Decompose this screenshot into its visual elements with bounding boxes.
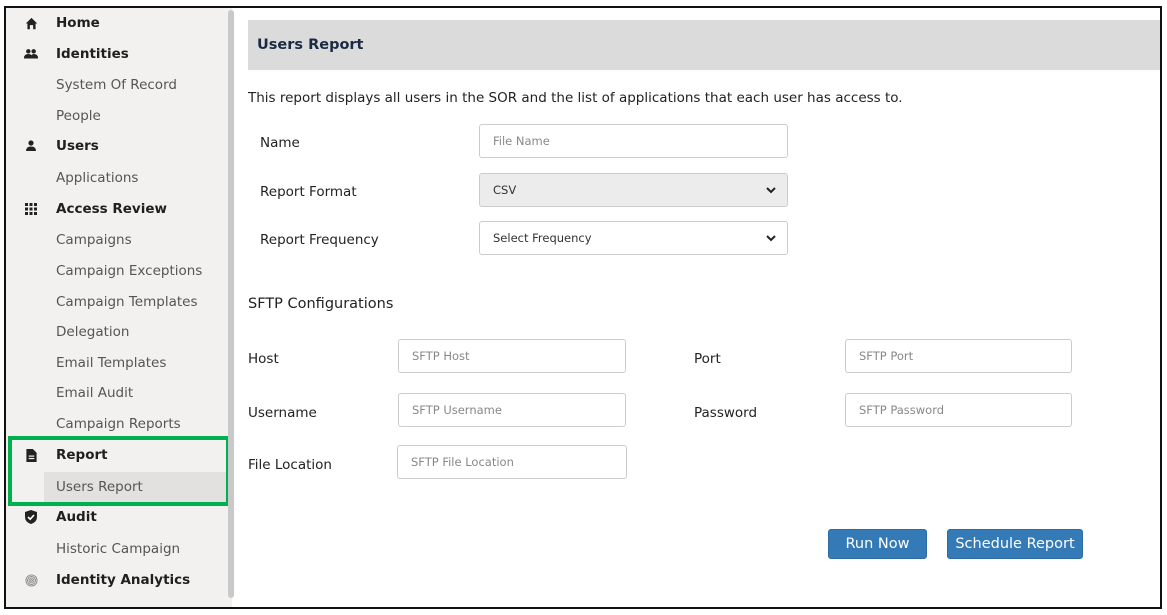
sidebar-item-audit[interactable]: Audit: [6, 502, 228, 532]
grid-icon: [6, 203, 56, 215]
sidebar-item-label: System Of Record: [56, 77, 177, 93]
sidebar-item-delegation[interactable]: Delegation: [6, 317, 228, 347]
sidebar-item-users-report[interactable]: Users Report: [44, 472, 228, 502]
sidebar-item-label: People: [56, 108, 101, 124]
sftp-section-title: SFTP Configurations: [248, 296, 394, 312]
users-group-icon: [6, 48, 56, 60]
port-placeholder: SFTP Port: [859, 349, 914, 363]
report-frequency-select[interactable]: Select Frequency: [479, 221, 788, 255]
page-description: This report displays all users in the SO…: [248, 90, 903, 106]
sidebar-item-report[interactable]: Report: [6, 440, 228, 470]
sidebar-scrollbar[interactable]: [228, 10, 234, 598]
sftp-host-input[interactable]: SFTP Host: [398, 339, 626, 373]
user-icon: [6, 140, 56, 152]
fingerprint-icon: [6, 573, 56, 587]
file-location-placeholder: SFTP File Location: [411, 455, 514, 469]
page-title-bar: Users Report: [248, 20, 1160, 70]
sidebar-item-label: Home: [56, 15, 100, 31]
sidebar-item-label: Audit: [56, 509, 97, 525]
sidebar-item-label: Access Review: [56, 201, 167, 217]
sidebar-item-home[interactable]: Home: [6, 8, 228, 38]
app-window: Home Identities System Of Record People …: [4, 6, 1162, 609]
host-label: Host: [248, 351, 279, 367]
sidebar-item-label: Campaign Reports: [56, 416, 181, 432]
report-format-select[interactable]: CSV: [479, 173, 788, 207]
chevron-down-icon: [765, 232, 777, 244]
password-placeholder: SFTP Password: [859, 403, 945, 417]
sidebar-item-label: Users Report: [56, 479, 143, 495]
sidebar-item-campaign-reports[interactable]: Campaign Reports: [6, 409, 228, 439]
sidebar-item-label: Campaigns: [56, 232, 132, 248]
report-frequency-label: Report Frequency: [260, 232, 379, 248]
sidebar-item-label: Report: [56, 447, 108, 463]
sidebar-item-label: Email Templates: [56, 355, 167, 371]
port-label: Port: [694, 351, 721, 367]
sidebar-item-label: Campaign Exceptions: [56, 263, 203, 279]
host-placeholder: SFTP Host: [412, 349, 470, 363]
sftp-file-location-input[interactable]: SFTP File Location: [397, 445, 627, 479]
sidebar-item-identity-analytics[interactable]: Identity Analytics: [6, 565, 228, 595]
run-now-button[interactable]: Run Now: [828, 529, 927, 559]
main-content: Users Report This report displays all us…: [248, 8, 1160, 607]
sidebar-item-campaign-exceptions[interactable]: Campaign Exceptions: [6, 256, 228, 286]
sidebar-item-label: Applications: [56, 170, 139, 186]
shield-check-icon: [6, 510, 56, 524]
username-placeholder: SFTP Username: [412, 403, 502, 417]
sftp-username-input[interactable]: SFTP Username: [398, 393, 626, 427]
sidebar-item-identities[interactable]: Identities: [6, 39, 228, 69]
report-format-value: CSV: [493, 183, 517, 197]
name-label: Name: [260, 135, 300, 151]
name-placeholder: File Name: [493, 134, 550, 148]
sidebar-item-label: Campaign Templates: [56, 294, 198, 310]
username-label: Username: [248, 405, 317, 421]
sidebar-item-system-of-record[interactable]: System Of Record: [6, 70, 228, 100]
name-input[interactable]: File Name: [479, 124, 788, 158]
sidebar-item-email-templates[interactable]: Email Templates: [6, 348, 228, 378]
sidebar-item-access-review[interactable]: Access Review: [6, 194, 228, 224]
sftp-password-input[interactable]: SFTP Password: [845, 393, 1072, 427]
sidebar-item-label: Identities: [56, 46, 129, 62]
file-location-label: File Location: [248, 457, 332, 473]
sidebar-item-label: Identity Analytics: [56, 572, 191, 588]
report-frequency-value: Select Frequency: [493, 231, 592, 245]
sidebar-item-users[interactable]: Users: [6, 131, 228, 161]
file-icon: [6, 448, 56, 462]
sidebar-item-label: Users: [56, 138, 99, 154]
sidebar-item-campaigns[interactable]: Campaigns: [6, 225, 228, 255]
sidebar: Home Identities System Of Record People …: [6, 8, 232, 607]
report-format-label: Report Format: [260, 184, 357, 200]
sidebar-item-historic-campaign[interactable]: Historic Campaign: [6, 534, 228, 564]
schedule-report-button[interactable]: Schedule Report: [947, 529, 1083, 559]
sidebar-item-label: Delegation: [56, 324, 130, 340]
sidebar-item-campaign-templates[interactable]: Campaign Templates: [6, 287, 228, 317]
chevron-down-icon: [765, 184, 777, 196]
sidebar-item-people[interactable]: People: [6, 101, 228, 131]
sftp-port-input[interactable]: SFTP Port: [845, 339, 1072, 373]
password-label: Password: [694, 405, 758, 421]
sidebar-item-label: Email Audit: [56, 385, 134, 401]
page-title: Users Report: [257, 37, 364, 53]
sidebar-item-label: Historic Campaign: [56, 541, 181, 557]
sidebar-item-applications[interactable]: Applications: [6, 163, 228, 193]
home-icon: [6, 17, 56, 30]
sidebar-item-email-audit[interactable]: Email Audit: [6, 378, 228, 408]
